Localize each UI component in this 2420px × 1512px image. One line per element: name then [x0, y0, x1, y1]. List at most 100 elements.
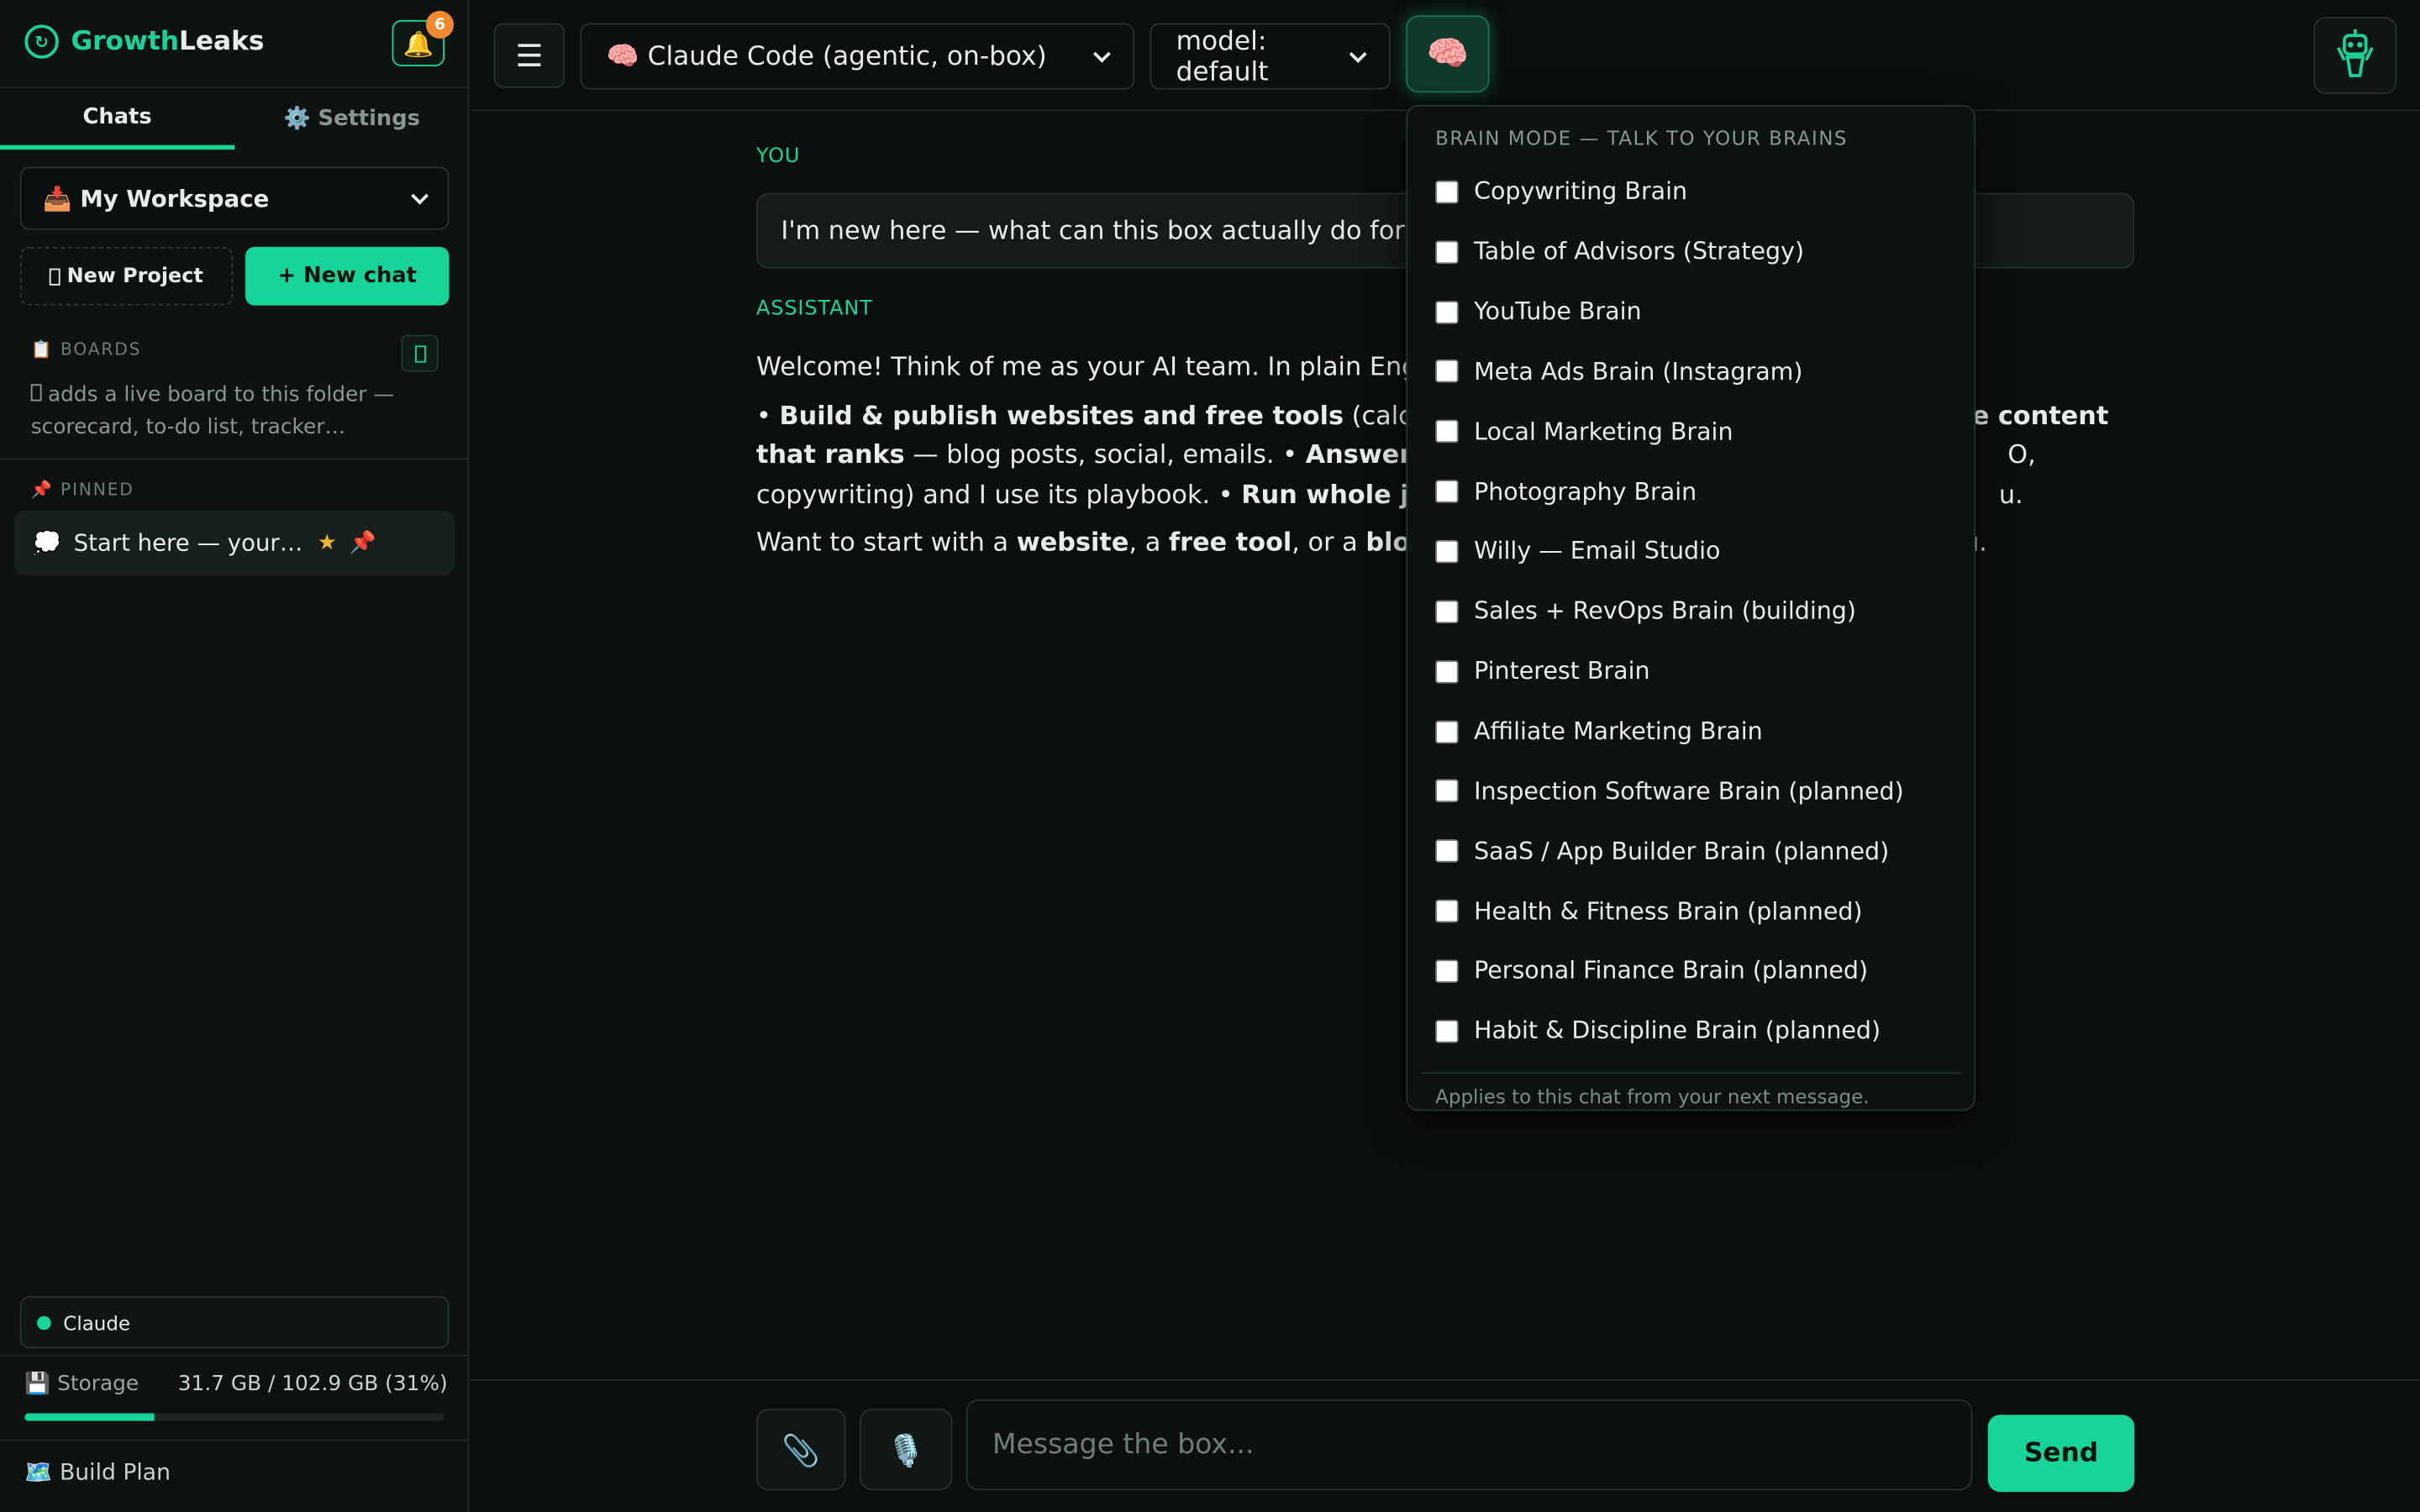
- brain-option-label: Local Marketing Brain: [1474, 417, 1733, 446]
- menu-button[interactable]: ☰: [493, 23, 566, 88]
- brain-panel-footer: Applies to this chat from your next mess…: [1435, 1084, 1870, 1108]
- brain-option-label: Personal Finance Brain (planned): [1474, 957, 1869, 985]
- brain-mode-button[interactable]: 🧠: [1406, 15, 1490, 93]
- engine-select[interactable]: 🧠 Claude Code (agentic, on-box): [580, 23, 1134, 90]
- brain-option[interactable]: Copywriting Brain: [1435, 162, 1960, 222]
- brain-checkbox[interactable]: [1435, 180, 1459, 204]
- brain-checkbox[interactable]: [1435, 1019, 1459, 1043]
- chevron-down-icon: [1093, 44, 1111, 62]
- brain-option[interactable]: Sales + RevOps Brain (building): [1435, 581, 1960, 641]
- brain-option[interactable]: YouTube Brain: [1435, 282, 1960, 342]
- storage-info: 💾 Storage 31.7 GB / 102.9 GB (31%): [24, 1372, 447, 1396]
- brain-checkbox[interactable]: [1435, 600, 1459, 623]
- brain-option-label: YouTube Brain: [1474, 297, 1642, 326]
- paperclip-icon: 📎: [781, 1431, 821, 1468]
- new-project-label: New Project: [66, 264, 203, 288]
- brain-option-label: Health & Fitness Brain (planned): [1474, 897, 1863, 926]
- storage-label: 💾 Storage: [24, 1371, 139, 1397]
- message-input[interactable]: [965, 1399, 1973, 1491]
- tab-chats[interactable]: Chats: [0, 88, 235, 150]
- new-project-button[interactable]: New Project: [19, 246, 234, 306]
- storage-progress-bar: [24, 1413, 445, 1421]
- chevron-down-icon: [411, 186, 429, 204]
- brain-option[interactable]: Inspection Software Brain (planned): [1435, 761, 1960, 821]
- pinned-label: 📌 PINNED: [30, 480, 134, 501]
- tab-settings[interactable]: ⚙️ Settings: [234, 88, 469, 150]
- assistant-label: ASSISTANT: [755, 297, 873, 322]
- board-icon: [414, 344, 426, 362]
- brain-option-label: Photography Brain: [1474, 477, 1697, 506]
- brain-checkbox[interactable]: [1435, 240, 1459, 264]
- brain-checkbox[interactable]: [1435, 300, 1459, 323]
- brain-option-label: Willy — Email Studio: [1474, 538, 1721, 566]
- claude-status-label: Claude: [63, 1310, 131, 1334]
- avatar[interactable]: [2313, 17, 2397, 95]
- board-icon: [30, 384, 42, 402]
- brain-checkbox[interactable]: [1435, 480, 1459, 504]
- brain-checkbox[interactable]: [1435, 959, 1459, 983]
- engine-select-value: 🧠 Claude Code (agentic, on-box): [606, 40, 1047, 72]
- model-select-value: model: default: [1176, 25, 1269, 87]
- brain-option[interactable]: Table of Advisors (Strategy): [1435, 222, 1960, 281]
- brain-option[interactable]: Affiliate Marketing Brain: [1435, 701, 1960, 761]
- brand-logo-icon: ↻: [24, 24, 59, 59]
- brain-option[interactable]: Habit & Discipline Brain (planned): [1435, 1001, 1960, 1061]
- send-button[interactable]: Send: [1987, 1415, 2135, 1493]
- new-chat-button[interactable]: + New chat: [245, 246, 450, 306]
- brain-option-label: Copywriting Brain: [1474, 177, 1688, 207]
- brain-checkbox[interactable]: [1435, 839, 1459, 864]
- sidebar: ↻ GrowthLeaks 🔔 6 Chats ⚙️ Settings 📥 My…: [0, 0, 470, 1512]
- brain-option[interactable]: Photography Brain: [1435, 462, 1960, 522]
- brain-option-label: SaaS / App Builder Brain (planned): [1474, 837, 1890, 865]
- build-plan-link[interactable]: 🗺️ Build Plan: [24, 1460, 171, 1485]
- brain-option[interactable]: Pinterest Brain: [1435, 642, 1960, 701]
- brain-checkbox[interactable]: [1435, 780, 1459, 803]
- brain-option[interactable]: SaaS / App Builder Brain (planned): [1435, 822, 1960, 881]
- brain-option-label: Sales + RevOps Brain (building): [1474, 597, 1856, 626]
- brain-checkbox[interactable]: [1435, 539, 1459, 564]
- pin-icon[interactable]: 📌: [350, 531, 376, 555]
- model-select[interactable]: model: default: [1150, 23, 1391, 90]
- microphone-icon: 🎙️: [886, 1431, 926, 1468]
- divider: [0, 1354, 470, 1357]
- star-icon[interactable]: ★: [318, 531, 337, 555]
- brain-option[interactable]: Health & Fitness Brain (planned): [1435, 881, 1960, 941]
- folder-icon: [50, 267, 61, 285]
- brain-option-label: Meta Ads Brain (Instagram): [1474, 358, 1803, 386]
- brain-checkbox[interactable]: [1435, 659, 1459, 684]
- workspace-select-value: 📥 My Workspace: [43, 184, 270, 213]
- attach-button[interactable]: 📎: [755, 1408, 846, 1491]
- brain-option-label: Affiliate Marketing Brain: [1474, 717, 1763, 746]
- divider: [471, 1379, 2420, 1381]
- brain-icon: 🧠: [1426, 34, 1470, 74]
- brain-option-label: Inspection Software Brain (planned): [1474, 777, 1904, 806]
- divider: [0, 1439, 470, 1441]
- boards-label: 📋 BOARDS: [30, 339, 142, 360]
- brain-checkbox[interactable]: [1435, 360, 1459, 384]
- brain-mode-panel: BRAIN MODE — TALK TO YOUR BRAINS Copywri…: [1406, 104, 1976, 1111]
- brain-option-label: Pinterest Brain: [1474, 657, 1650, 685]
- brain-checkbox[interactable]: [1435, 719, 1459, 743]
- brain-checkbox[interactable]: [1435, 420, 1459, 444]
- brain-option-label: Table of Advisors (Strategy): [1474, 238, 1805, 266]
- add-board-button[interactable]: [401, 334, 439, 372]
- claude-status[interactable]: Claude: [19, 1295, 450, 1349]
- voice-button[interactable]: 🎙️: [860, 1408, 953, 1491]
- brain-checkbox[interactable]: [1435, 899, 1459, 923]
- brain-option[interactable]: Willy — Email Studio: [1435, 522, 1960, 581]
- hamburger-icon: ☰: [515, 37, 544, 75]
- storage-progress-fill: [24, 1413, 155, 1421]
- brain-list: Copywriting Brain Table of Advisors (Str…: [1435, 162, 1960, 1061]
- brand[interactable]: ↻ GrowthLeaks: [24, 22, 264, 62]
- pinned-chat-item[interactable]: 💭 Start here — your AI team ★ 📌: [13, 510, 455, 576]
- status-dot-icon: [37, 1315, 51, 1330]
- storage-value: 31.7 GB / 102.9 GB (31%): [177, 1371, 448, 1397]
- brain-panel-title: BRAIN MODE — TALK TO YOUR BRAINS: [1435, 126, 1848, 150]
- brain-option[interactable]: Personal Finance Brain (planned): [1435, 941, 1960, 1000]
- workspace-select[interactable]: 📥 My Workspace: [19, 166, 450, 230]
- robot-avatar-icon: [2337, 29, 2374, 77]
- brain-option[interactable]: Local Marketing Brain: [1435, 402, 1960, 461]
- pinned-chat-title: Start here — your AI team: [73, 528, 306, 558]
- sidebar-tabs: Chats ⚙️ Settings: [0, 86, 470, 150]
- brain-option[interactable]: Meta Ads Brain (Instagram): [1435, 342, 1960, 402]
